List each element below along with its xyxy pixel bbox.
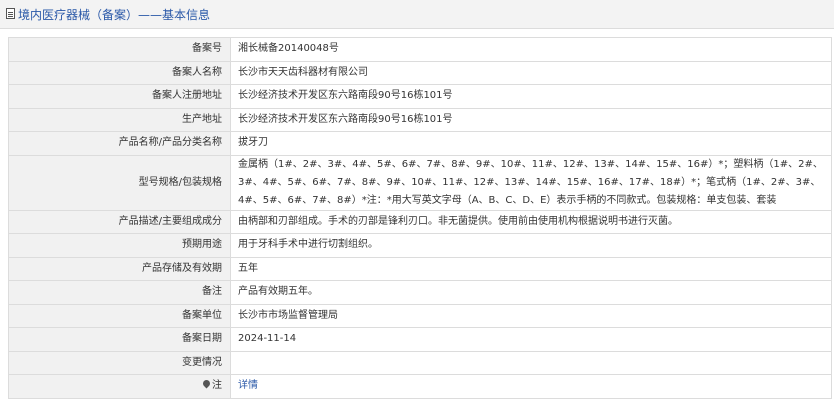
row-intended-use: 预期用途 用于牙科手术中进行切割组织。 <box>8 233 832 258</box>
row-value: 详情 <box>230 374 832 399</box>
row-label: 注 <box>8 374 231 399</box>
row-value: 用于牙科手术中进行切割组织。 <box>230 233 832 258</box>
row-label: 备注 <box>8 280 231 305</box>
row-remarks: 备注 产品有效期五年。 <box>8 280 832 305</box>
row-value <box>230 350 832 375</box>
row-value: 金属柄（1#、2#、3#、4#、5#、6#、7#、8#、9#、10#、11#、1… <box>230 154 832 211</box>
row-label: 备案人注册地址 <box>8 84 231 109</box>
info-table: 备案号 湘长械备20140048号 备案人名称 长沙市天天齿科器材有限公司 备案… <box>8 37 832 399</box>
row-value: 2024-11-14 <box>230 327 832 352</box>
row-value: 长沙经济技术开发区东六路南段90号16栋101号 <box>230 84 832 109</box>
page-title: 境内医疗器械（备案）——基本信息 <box>18 8 211 22</box>
row-value: 湘长械备20140048号 <box>230 37 832 62</box>
details-link[interactable]: 详情 <box>238 380 258 391</box>
row-label: 型号规格/包装规格 <box>8 154 231 211</box>
row-registrant-name: 备案人名称 长沙市天天齿科器材有限公司 <box>8 60 832 85</box>
row-label: 产品描述/主要组成成分 <box>8 209 231 234</box>
row-model-spec: 型号规格/包装规格 金属柄（1#、2#、3#、4#、5#、6#、7#、8#、9#… <box>8 154 832 211</box>
pin-icon <box>201 378 212 389</box>
row-note: 注 详情 <box>8 374 832 399</box>
row-value: 由柄部和刃部组成。手术的刃部是锋利刃口。非无菌提供。使用前由使用机构根据说明书进… <box>230 209 832 234</box>
row-label: 变更情况 <box>8 350 231 375</box>
row-registrant-address: 备案人注册地址 长沙经济技术开发区东六路南段90号16栋101号 <box>8 84 832 109</box>
row-record-unit: 备案单位 长沙市市场监督管理局 <box>8 303 832 328</box>
row-storage-validity: 产品存储及有效期 五年 <box>8 256 832 281</box>
row-label: 备案单位 <box>8 303 231 328</box>
row-record-number: 备案号 湘长械备20140048号 <box>8 37 832 62</box>
row-label: 备案号 <box>8 37 231 62</box>
row-product-description: 产品描述/主要组成成分 由柄部和刃部组成。手术的刃部是锋利刃口。非无菌提供。使用… <box>8 209 832 234</box>
row-record-date: 备案日期 2024-11-14 <box>8 327 832 352</box>
row-change-history: 变更情况 <box>8 350 832 375</box>
row-label: 预期用途 <box>8 233 231 258</box>
note-label: 注 <box>212 380 222 392</box>
row-label: 产品名称/产品分类名称 <box>8 131 231 156</box>
row-label: 备案日期 <box>8 327 231 352</box>
page-header: 境内医疗器械（备案）——基本信息 <box>0 0 834 29</box>
row-value: 拔牙刀 <box>230 131 832 156</box>
row-product-name: 产品名称/产品分类名称 拔牙刀 <box>8 131 832 156</box>
row-value: 长沙市市场监督管理局 <box>230 303 832 328</box>
document-icon <box>6 8 15 19</box>
row-production-address: 生产地址 长沙经济技术开发区东六路南段90号16栋101号 <box>8 107 832 132</box>
row-value: 产品有效期五年。 <box>230 280 832 305</box>
row-label: 生产地址 <box>8 107 231 132</box>
row-value: 五年 <box>230 256 832 281</box>
row-label: 产品存储及有效期 <box>8 256 231 281</box>
row-value: 长沙市天天齿科器材有限公司 <box>230 60 832 85</box>
row-label: 备案人名称 <box>8 60 231 85</box>
row-value: 长沙经济技术开发区东六路南段90号16栋101号 <box>230 107 832 132</box>
